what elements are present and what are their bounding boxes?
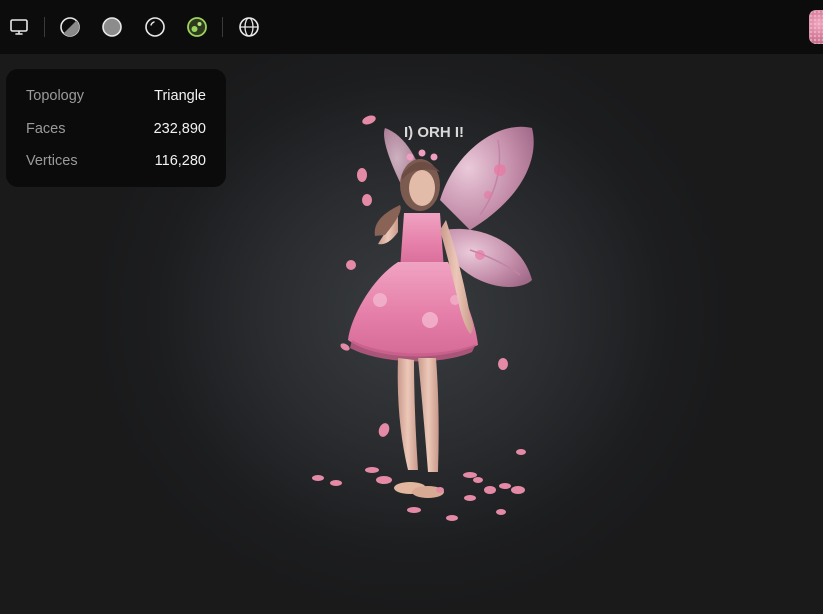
model-thumbnail[interactable] xyxy=(809,10,823,44)
model-caption: I) ORH I! xyxy=(404,124,464,141)
mesh-info-panel: Topology Triangle Faces 232,890 Vertices… xyxy=(6,69,226,187)
topology-value: Triangle xyxy=(154,88,206,104)
clay-view-button[interactable] xyxy=(142,14,168,40)
shading-toggle-button[interactable] xyxy=(57,14,83,40)
display-mode-button[interactable] xyxy=(6,14,32,40)
monitor-icon xyxy=(10,19,28,35)
toolbar-divider xyxy=(222,17,223,37)
textured-view-button[interactable] xyxy=(184,14,210,40)
vertices-label: Vertices xyxy=(26,153,78,169)
faces-label: Faces xyxy=(26,121,66,137)
topology-label: Topology xyxy=(26,88,85,104)
globe-icon xyxy=(239,17,259,37)
faces-value: 232,890 xyxy=(153,121,206,137)
viewer-toolbar xyxy=(0,0,823,54)
vertices-row: Vertices 116,280 xyxy=(26,151,206,171)
vertices-value: 116,280 xyxy=(154,153,206,169)
outline-sphere-icon xyxy=(145,17,165,37)
toolbar-divider xyxy=(44,17,45,37)
legs xyxy=(394,358,444,498)
textured-sphere-icon xyxy=(187,17,207,37)
environment-button[interactable] xyxy=(236,14,262,40)
topology-row: Topology Triangle xyxy=(26,86,206,106)
half-shaded-sphere-icon xyxy=(60,17,80,37)
faces-row: Faces 232,890 xyxy=(26,119,206,139)
solid-view-button[interactable] xyxy=(99,14,125,40)
solid-sphere-icon xyxy=(102,17,122,37)
